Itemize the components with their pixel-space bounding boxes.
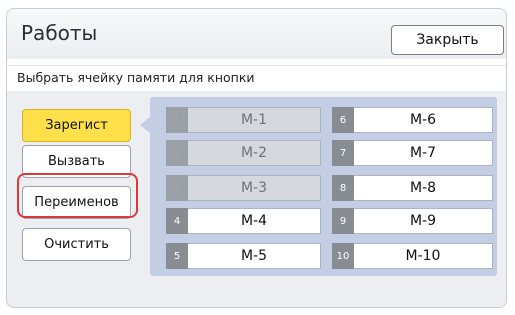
clear-button[interactable]: Очистить <box>22 228 131 261</box>
memory-slot-8[interactable]: 8 M-8 <box>332 175 493 201</box>
slot-name: M-8 <box>354 175 493 201</box>
slot-number: 7 <box>332 140 354 166</box>
slot-number: 6 <box>332 107 354 133</box>
memory-slot-3[interactable]: 3 M-3 <box>166 175 321 201</box>
slot-name: M-7 <box>354 140 493 166</box>
slot-name: M-6 <box>354 107 493 133</box>
instruction-text: Выбрать ячейку памяти для кнопки <box>17 70 255 85</box>
memory-slot-2[interactable]: 2 M-2 <box>166 140 321 166</box>
slot-name: M-10 <box>354 243 493 269</box>
slot-number: 2 <box>166 140 188 166</box>
slot-name: M-1 <box>188 107 321 133</box>
instruction-bar: Выбрать ячейку памяти для кнопки <box>7 65 506 93</box>
slot-number: 8 <box>332 175 354 201</box>
memory-slot-7[interactable]: 7 M-7 <box>332 140 493 166</box>
slot-name: M-2 <box>188 140 321 166</box>
slot-number: 5 <box>166 243 188 269</box>
rename-highlight <box>17 173 138 218</box>
slot-number: 3 <box>166 175 188 201</box>
slot-name: M-9 <box>354 208 493 234</box>
memory-slot-6[interactable]: 6 M-6 <box>332 107 493 133</box>
slot-number: 10 <box>332 243 354 269</box>
slot-name: M-3 <box>188 175 321 201</box>
window-header: Работы Закрыть <box>7 9 506 59</box>
memory-slot-1[interactable]: 1 M-1 <box>166 107 321 133</box>
register-button[interactable]: Зарегист <box>22 109 131 142</box>
memory-slot-4[interactable]: 4 M-4 <box>166 208 321 234</box>
panel-pointer <box>140 117 150 133</box>
slot-name: M-4 <box>188 208 321 234</box>
slot-number: 4 <box>166 208 188 234</box>
slot-name: M-5 <box>188 243 321 269</box>
memory-slot-9[interactable]: 9 M-9 <box>332 208 493 234</box>
memory-slot-10[interactable]: 10 M-10 <box>332 243 493 269</box>
slot-number: 1 <box>166 107 188 133</box>
memory-slot-5[interactable]: 5 M-5 <box>166 243 321 269</box>
close-button[interactable]: Закрыть <box>391 25 504 55</box>
slot-number: 9 <box>332 208 354 234</box>
window-title: Работы <box>21 21 98 45</box>
